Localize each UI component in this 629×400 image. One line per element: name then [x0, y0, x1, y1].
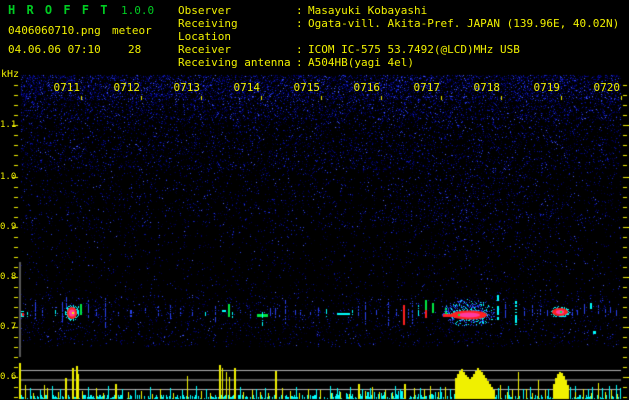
- frequency-axis-labels: 1.1 1.0 0.9 0.8 0.7 0.6: [0, 0, 20, 400]
- time-tick-label: 0716: [353, 81, 381, 94]
- info-row-location: Receiving Location: Ogata-vill. Akita-Pre…: [178, 17, 619, 43]
- info-label: Receiving Location: [178, 17, 238, 43]
- info-row-receiver: Receiver: ICOM IC-575 53.7492(@LCD)MHz US…: [178, 43, 619, 56]
- info-row-observer: Observer: Masayuki Kobayashi: [178, 4, 619, 17]
- time-tick-label: 0715: [293, 81, 321, 94]
- station-info: Observer: Masayuki Kobayashi Receiving Lo…: [178, 4, 619, 69]
- info-value: A504HB(yagi 4el): [308, 56, 414, 69]
- info-separator: :: [296, 4, 303, 17]
- freq-tick-label: 0.8: [0, 272, 17, 282]
- info-separator: :: [296, 17, 303, 30]
- freq-tick-label: 0.9: [0, 222, 17, 232]
- time-tick-label: 0719: [533, 81, 561, 94]
- hrofft-screen: H R O F F T 1.0.0 0406060710.png meteor …: [0, 0, 629, 400]
- output-filename: 0406060710.png: [8, 24, 101, 37]
- app-version: 1.0.0: [121, 4, 155, 17]
- info-row-antenna: Receiving antenna: A504HB(yagi 4el): [178, 56, 619, 69]
- info-label: Receiving antenna: [178, 56, 291, 69]
- info-value: Masayuki Kobayashi: [308, 4, 428, 17]
- echo-count: 28: [128, 43, 142, 56]
- freq-tick-label: 0.7: [0, 322, 17, 332]
- time-tick-label: 0714: [233, 81, 261, 94]
- info-separator: :: [296, 43, 303, 56]
- time-tick-label: 0717: [413, 81, 441, 94]
- time-tick-label: 0718: [473, 81, 501, 94]
- info-label: Observer: [178, 4, 231, 17]
- info-label: Receiver: [178, 43, 231, 56]
- time-tick-label: 0712: [113, 81, 141, 94]
- freq-tick-label: 0.6: [0, 372, 17, 382]
- freq-tick-label: 1.1: [0, 120, 17, 130]
- info-value: ICOM IC-575 53.7492(@LCD)MHz USB: [308, 43, 520, 56]
- mode-label: meteor: [112, 24, 152, 37]
- freq-tick-label: 1.0: [0, 172, 17, 182]
- info-value: Ogata-vill. Akita-Pref. JAPAN (139.96E, …: [308, 17, 620, 30]
- time-axis-labels: 0711 0712 0713 0714 0715 0716 0717 0718 0719 0720: [0, 81, 629, 95]
- time-tick-label: 0713: [173, 81, 201, 94]
- app-title: H R O F F T: [8, 3, 110, 17]
- time-tick-label: 0711: [53, 81, 81, 94]
- time-tick-label: 0720: [593, 81, 621, 94]
- datetime-label: 04.06.06 07:10: [8, 43, 101, 56]
- info-separator: :: [296, 56, 303, 69]
